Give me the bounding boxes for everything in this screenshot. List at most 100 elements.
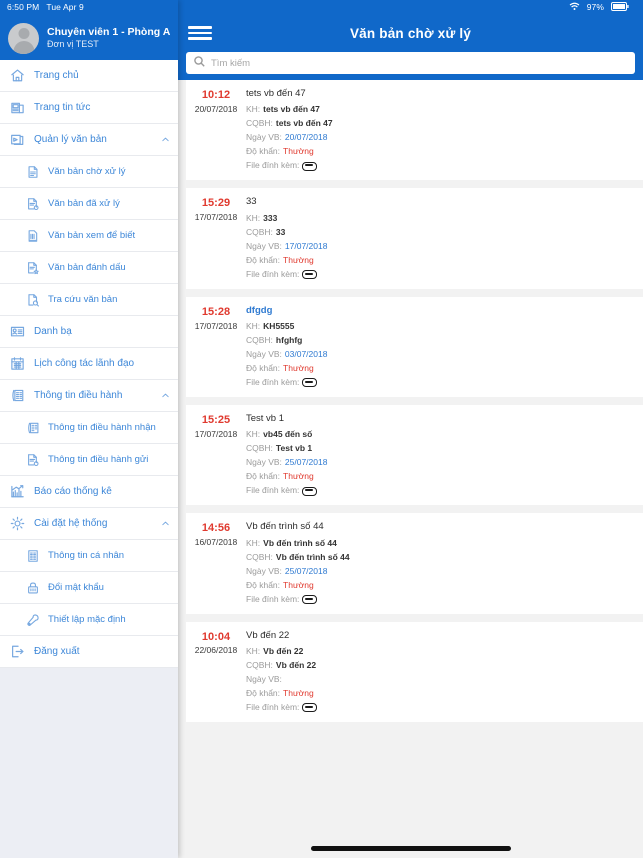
user-profile[interactable]: Chuyên viên 1 - Phòng A Đơn vị TEST [0, 23, 178, 54]
sidebar-item-10[interactable]: Thông tin điều hành [0, 380, 178, 412]
sidebar-item-label: Đăng xuất [34, 646, 80, 657]
document-kh-row: KH: KH5555 [246, 319, 635, 333]
sidebar-item-label: Tra cứu văn bản [48, 294, 118, 305]
document-list-item[interactable]: 15:25 17/07/2018 Test vb 1 KH: vb45 đến số CQ… [186, 404, 643, 506]
cqbh-label: CQBH: [246, 443, 273, 454]
document-urgency-row: Độ khẩn: Thường [246, 361, 635, 375]
document-list-item[interactable]: 14:56 16/07/2018 Vb đến trình số 44 KH: Vb đ… [186, 513, 643, 614]
ngayvb-label: Ngày VB: [246, 457, 282, 468]
paperclip-icon[interactable] [302, 703, 318, 713]
document-date: 20/07/2018 [194, 103, 238, 114]
dokhan-value: Thường [283, 362, 314, 373]
paperclip-icon[interactable] [302, 486, 318, 496]
document-time: 10:12 [201, 89, 231, 101]
sidebar-item-label: Văn bản chờ xử lý [48, 166, 126, 177]
document-attachment-row: File đính kèm: [246, 267, 635, 281]
kh-label: KH: [246, 645, 261, 656]
document-attachment-row: File đính kèm: [246, 700, 635, 714]
battery-percent: 97% [586, 2, 604, 12]
sidebar-item-9[interactable]: Lịch công tác lãnh đạo [0, 348, 178, 380]
sidebar-item-label: Thiết lập mặc định [48, 614, 126, 625]
document-list-item[interactable]: 15:29 17/07/2018 33 KH: 333 CQBH: 33 Ngày VB: 17… [186, 188, 643, 289]
cqbh-value: tets vb đến 47 [275, 118, 333, 129]
dokhan-value: Thường [283, 471, 314, 482]
search-input[interactable] [211, 57, 627, 69]
sidebar-item-12[interactable]: Thông tin điều hành gửi [0, 444, 178, 476]
document-title[interactable]: dfgdg [246, 304, 635, 318]
document-cqbh-row: CQBH: Vb đến 22 [246, 658, 635, 672]
cqbh-value: Vb đến trình số 44 [275, 551, 350, 562]
document-title[interactable]: Test vb 1 [246, 412, 635, 426]
document-date-row: Ngày VB: 25/07/2018 [246, 564, 635, 578]
sidebar-item-17[interactable]: Thiết lập mặc định [0, 604, 178, 636]
sidebar-item-13[interactable]: Báo cáo thống kê [0, 476, 178, 508]
document-time: 15:25 [201, 413, 231, 426]
sidebar-item-label: Trang tin tức [34, 102, 91, 113]
sidebar-item-15[interactable]: Thông tin cá nhân [0, 540, 178, 572]
kh-value: Vb đến 22 [263, 645, 304, 656]
kh-label: KH: [246, 429, 261, 440]
ngayvb-value: 20/07/2018 [284, 132, 328, 143]
hamburger-icon[interactable] [178, 26, 224, 40]
paperclip-icon[interactable] [302, 595, 318, 605]
document-date-row: Ngày VB: 20/07/2018 [246, 130, 635, 144]
kh-label: KH: [246, 212, 261, 223]
document-title[interactable]: tets vb đến 47 [246, 87, 635, 101]
sidebar-item-6[interactable]: Văn bản đánh dấu [0, 252, 178, 284]
sidebar-item-label: Đổi mật khẩu [48, 582, 104, 593]
document-date: 17/07/2018 [194, 320, 238, 331]
doc-search-icon [18, 293, 48, 307]
sidebar-item-16[interactable]: Đổi mật khẩu [0, 572, 178, 604]
document-attachment-row: File đính kèm: [246, 483, 635, 497]
document-kh-row: KH: tets vb đến 47 [246, 102, 635, 116]
document-title[interactable]: Vb đến trình số 44 [246, 520, 635, 534]
sidebar-item-label: Văn bản đã xử lý [48, 198, 120, 209]
sidebar-item-18[interactable]: Đăng xuất [0, 636, 178, 668]
sidebar-item-1[interactable]: Trang tin tức [0, 92, 178, 124]
sidebar-item-3[interactable]: Văn bản chờ xử lý [0, 156, 178, 188]
sidebar-item-7[interactable]: Tra cứu văn bản [0, 284, 178, 316]
app-screen: 6:50 PM Tue Apr 9 Chuyên viên 1 - Phòng … [0, 0, 643, 858]
sidebar-item-11[interactable]: Thông tin điều hành nhận [0, 412, 178, 444]
chevron-up-icon[interactable] [161, 391, 170, 400]
sidebar-item-8[interactable]: Danh bạ [0, 316, 178, 348]
sidebar-item-2[interactable]: Quản lý văn bản [0, 124, 178, 156]
chevron-up-icon[interactable] [161, 135, 170, 144]
document-kh-row: KH: 333 [246, 211, 635, 225]
document-cqbh-row: CQBH: Vb đến trình số 44 [246, 550, 635, 564]
search-bar[interactable] [186, 52, 635, 74]
document-date-row: Ngày VB: 17/07/2018 [246, 239, 635, 253]
ngayvb-label: Ngày VB: [246, 132, 282, 143]
document-title[interactable]: Vb đến 22 [246, 629, 635, 643]
document-title[interactable]: 33 [246, 195, 635, 209]
dokhan-value: Thường [283, 254, 314, 265]
sidebar-item-4[interactable]: Văn bản đã xử lý [0, 188, 178, 220]
document-list-item[interactable]: 10:04 22/06/2018 Vb đến 22 KH: Vb đến 22 CQBH… [186, 621, 643, 722]
document-date: 16/07/2018 [194, 537, 238, 548]
sidebar-item-0[interactable]: Trang chủ [0, 60, 178, 92]
sidebar-filler [0, 668, 178, 858]
document-cqbh-row: CQBH: 33 [246, 225, 635, 239]
status-bar-right: 97% [562, 0, 636, 14]
document-details: Vb đến trình số 44 KH: Vb đến trình số 44 C… [246, 520, 643, 605]
kh-label: KH: [246, 320, 261, 331]
document-date-row: Ngày VB: [246, 672, 635, 686]
document-list-item[interactable]: 10:12 20/07/2018 tets vb đến 47 KH: tets vb … [186, 80, 643, 181]
sidebar-item-5[interactable]: Văn bản xem để biết [0, 220, 178, 252]
document-details: 33 KH: 333 CQBH: 33 Ngày VB: 17/07/2018 Độ khẩn… [246, 195, 643, 280]
document-urgency-row: Độ khẩn: Thường [246, 686, 635, 700]
document-list-item[interactable]: 15:28 17/07/2018 dfgdg KH: KH5555 CQBH: hfghfg… [186, 296, 643, 397]
paperclip-icon[interactable] [302, 378, 318, 388]
document-time: 15:29 [201, 197, 231, 210]
sidebar-item-14[interactable]: Cài đặt hệ thống [0, 508, 178, 540]
document-cqbh-row: CQBH: hfghfg [246, 333, 635, 347]
paperclip-icon[interactable] [302, 270, 318, 280]
chevron-up-icon[interactable] [161, 519, 170, 528]
paperclip-icon[interactable] [302, 161, 318, 171]
gear-icon [0, 516, 34, 531]
sidebar-item-label: Quản lý văn bản [34, 134, 107, 145]
document-manage-icon [0, 132, 34, 147]
wrench-icon [18, 613, 48, 627]
dokhan-value: Thường [283, 687, 314, 698]
chart-bar-icon [0, 484, 34, 499]
